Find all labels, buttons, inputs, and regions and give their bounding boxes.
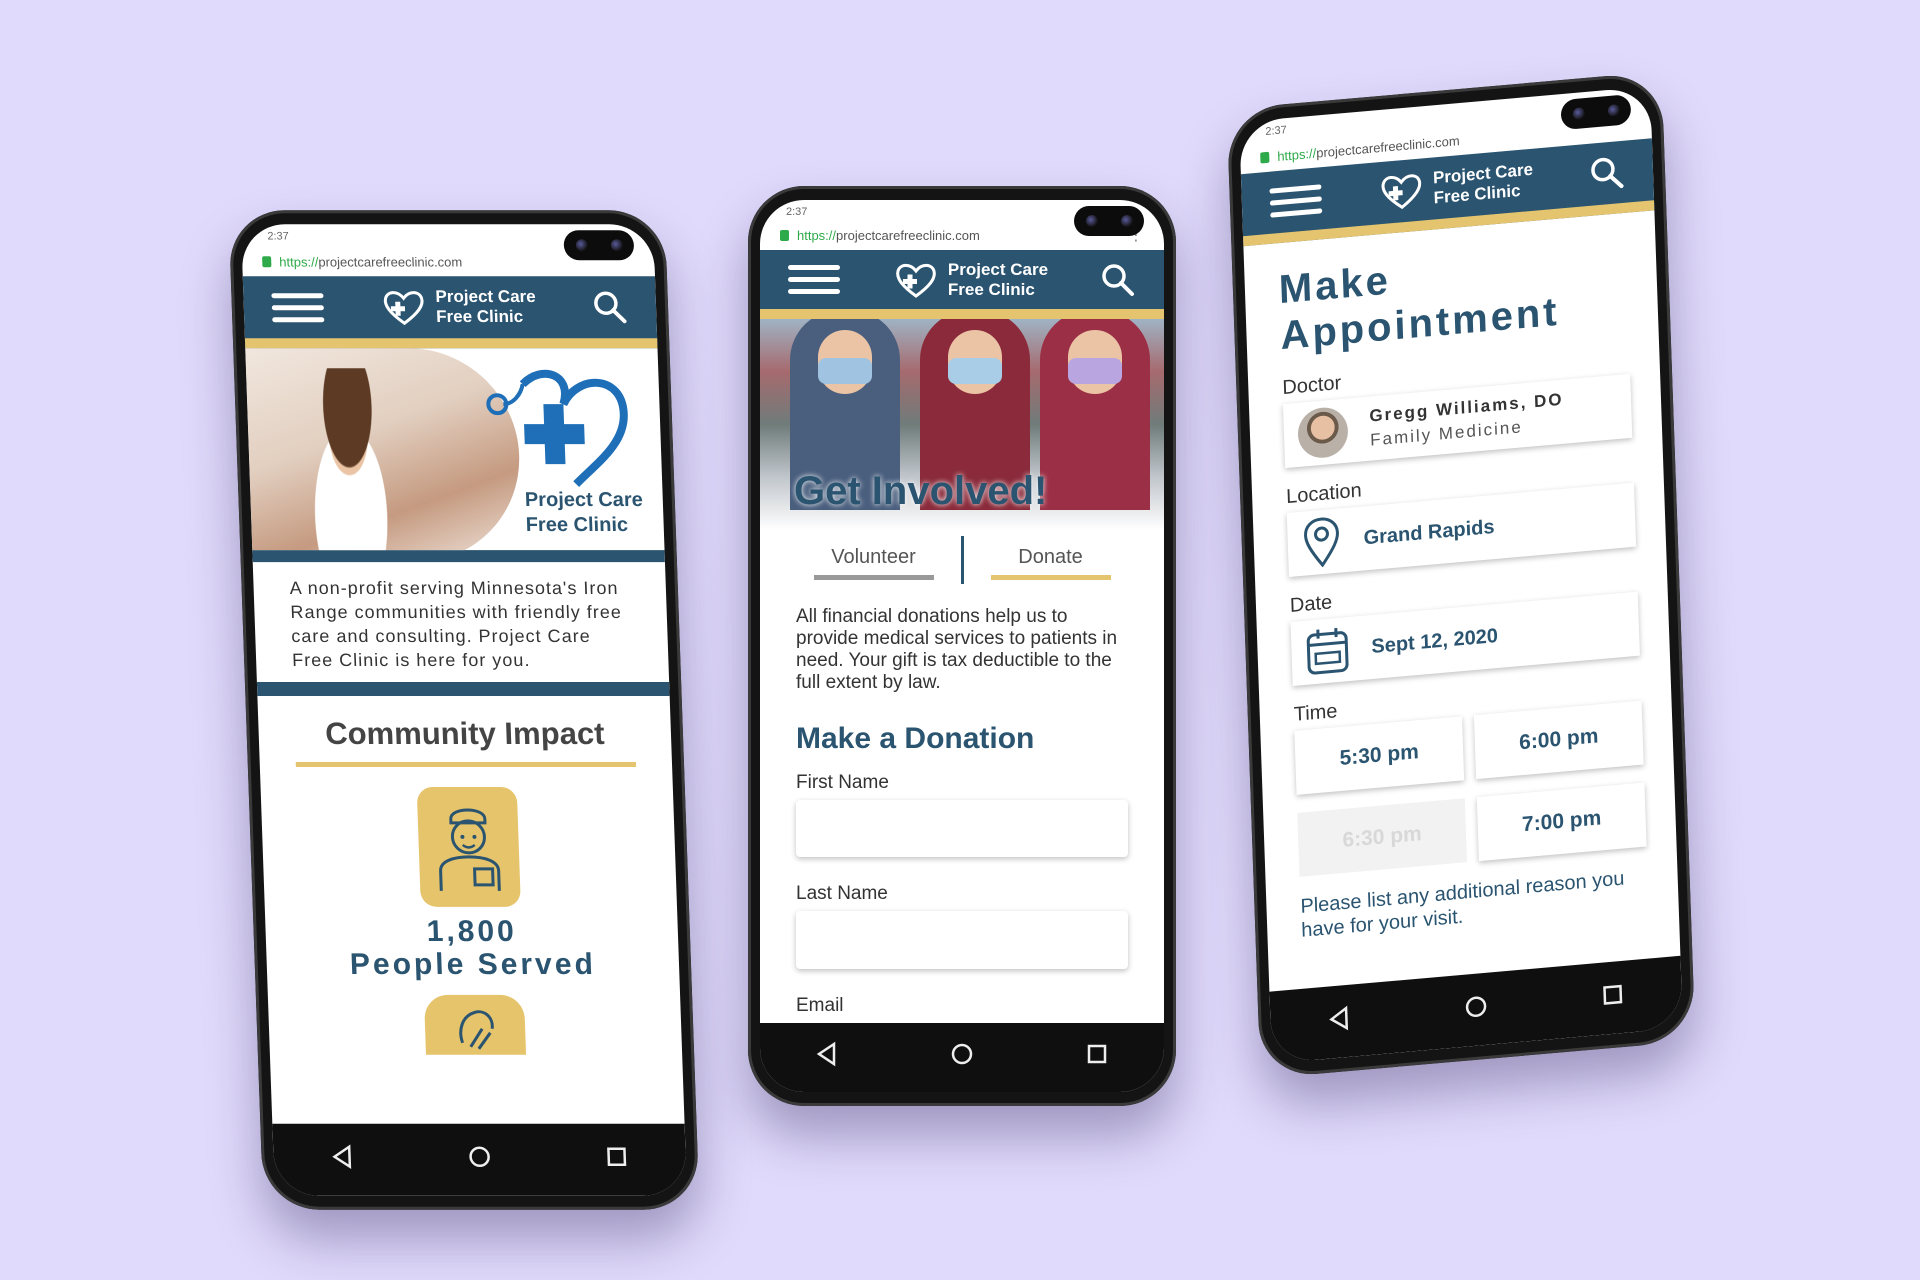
screen-appointment: 2:37 https://projectcarefreeclinic.com P…: [1239, 86, 1683, 1064]
search-icon[interactable]: [591, 289, 628, 325]
doctor-avatar: [1297, 405, 1349, 460]
android-nav-bar: [760, 1022, 1164, 1092]
screen-home: 2:37 https://projectcarefreeclinic.com P…: [240, 224, 688, 1196]
community-impact-title: Community Impact: [294, 715, 637, 767]
volunteer-figure: [1040, 319, 1150, 510]
app-header: Project Care Free Clinic: [242, 276, 658, 349]
android-nav-bar: [1269, 955, 1683, 1064]
front-camera: [1074, 206, 1144, 236]
time-slot-530[interactable]: 5:30 pm: [1294, 716, 1465, 795]
heart-cross-icon: [1381, 174, 1422, 210]
home-circle-icon[interactable]: [949, 1041, 975, 1067]
lock-icon: [262, 255, 272, 267]
tab-donate[interactable]: Donate: [990, 540, 1111, 580]
android-nav-bar: [272, 1123, 688, 1196]
get-involved-title: Get Involved!: [794, 468, 1048, 513]
intro-text: A non-profit serving Minnesota's Iron Ra…: [252, 562, 670, 697]
location-value: Grand Rapids: [1363, 515, 1495, 549]
search-icon[interactable]: [1100, 262, 1136, 298]
hamburger-icon[interactable]: [788, 265, 840, 295]
map-pin-icon: [1304, 517, 1339, 568]
brand-logo[interactable]: Project Care Free Clinic: [379, 287, 537, 327]
lock-icon: [1260, 151, 1270, 163]
hero-photo-child: [245, 348, 523, 563]
first-name-label: First Name: [796, 771, 889, 793]
brand-name-line1: Project Care: [435, 287, 537, 307]
url-scheme: https://: [797, 228, 837, 244]
heart-cross-icon: [383, 291, 424, 326]
recents-square-icon[interactable]: [604, 1144, 631, 1170]
calendar-icon: [1306, 627, 1349, 675]
hero-banner: Project Care Free Clinic: [245, 348, 665, 563]
app-header: Project Care Free Clinic: [760, 250, 1164, 320]
first-name-field[interactable]: [796, 799, 1128, 858]
heart-stethoscope-icon: [486, 369, 628, 487]
time-slot-600[interactable]: 6:00 pm: [1473, 700, 1644, 780]
brand-logo[interactable]: Project Care Free Clinic: [892, 260, 1048, 300]
date-value: Sept 12, 2020: [1371, 624, 1499, 658]
front-camera: [563, 230, 635, 261]
hero-photo-volunteers: Get Involved!: [760, 319, 1164, 530]
phone-get-involved: 2:37 https://projectcarefreeclinic.com ⋮…: [748, 186, 1176, 1106]
home-circle-icon[interactable]: [466, 1144, 493, 1170]
back-triangle-icon[interactable]: [329, 1144, 356, 1170]
back-triangle-icon[interactable]: [814, 1041, 840, 1067]
people-served-count: 1,800: [426, 914, 518, 948]
brand-name-line2: Free Clinic: [947, 279, 1035, 299]
hamburger-icon[interactable]: [1269, 183, 1323, 218]
lock-icon: [780, 230, 789, 242]
url-scheme: https://: [278, 253, 319, 269]
email-label: Email: [796, 994, 844, 1016]
home-circle-icon[interactable]: [1463, 993, 1490, 1021]
hero-logo-line1: Project Care: [524, 489, 644, 512]
brand-name-line1: Project Care: [947, 259, 1049, 279]
heart-cross-icon: [896, 263, 936, 298]
donation-description: All financial donations help us to provi…: [796, 605, 1118, 693]
recents-square-icon[interactable]: [1600, 981, 1627, 1009]
hamburger-icon[interactable]: [271, 292, 325, 322]
url-scheme: https://: [1277, 145, 1317, 164]
phone-home: 2:37 https://projectcarefreeclinic.com P…: [228, 210, 700, 1210]
people-served-label: People Served: [349, 947, 597, 981]
helping-hands-icon: [423, 994, 527, 1055]
url-host: projectcarefreeclinic.com: [836, 228, 980, 244]
url-host: projectcarefreeclinic.com: [318, 253, 463, 269]
screen-get-involved: 2:37 https://projectcarefreeclinic.com ⋮…: [760, 200, 1164, 1092]
brand-logo[interactable]: Project Care Free Clinic: [1377, 160, 1534, 214]
back-triangle-icon[interactable]: [1326, 1005, 1353, 1033]
last-name-field[interactable]: [796, 911, 1128, 969]
search-icon[interactable]: [1588, 154, 1625, 193]
tab-divider: [960, 535, 964, 584]
donation-form-title: Make a Donation: [796, 721, 1035, 755]
involvement-tabs: Volunteer Donate: [800, 535, 1124, 584]
person-icon: [416, 786, 521, 907]
recents-square-icon[interactable]: [1084, 1041, 1110, 1067]
hero-logo-line2: Free Clinic: [525, 514, 629, 537]
last-name-label: Last Name: [796, 883, 888, 905]
brand-name-line2: Free Clinic: [435, 307, 524, 327]
phone-appointment: 2:37 https://projectcarefreeclinic.com P…: [1226, 71, 1696, 1079]
tab-volunteer[interactable]: Volunteer: [813, 540, 934, 580]
